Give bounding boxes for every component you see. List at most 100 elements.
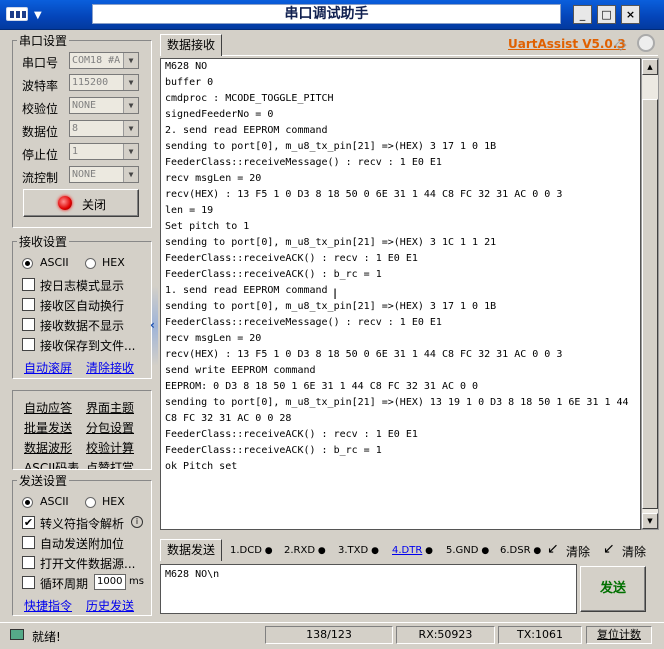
recv-hex-radio[interactable] [85,258,96,269]
send-settings-title: 发送设置 [17,472,70,489]
waveform-link[interactable]: 数据波形 [24,439,72,456]
receive-line: FeederClass::receiveMessage() : recv : 1… [165,317,442,328]
data-bits-select[interactable]: 8 ▼ [69,120,139,137]
info-icon[interactable]: i [131,516,143,528]
flow-control-label: 流控制 [22,171,59,185]
status-app-icon [10,629,24,640]
receive-line: Set pitch to 1 [165,221,250,232]
close-window-button[interactable]: × [621,5,640,24]
receive-line: send write EEPROM command [165,365,316,376]
signal-indicator: 6.DSR ● [500,544,541,558]
receive-line: EEPROM: 0 D3 8 18 50 1 6E 31 1 44 C8 FC … [165,381,479,392]
app-name-link[interactable]: UartAssist V5.0.3 [508,37,626,51]
signal-indicator: 2.RXD ● [284,544,326,558]
signal-led-icon: ● [315,546,326,556]
receive-line: cmdproc : MCODE_TOGGLE_PITCH [165,93,334,104]
data-bits-value: 8 [72,123,79,134]
send-ascii-label: ASCII [40,495,69,508]
status-ready-text: 就绪! [32,630,61,644]
signal-label: 6.DSR [500,545,531,556]
send-hex-radio[interactable] [85,497,96,508]
chevron-down-icon: ▼ [123,75,138,90]
reset-count-button[interactable]: 复位计数 [586,626,652,644]
batch-send-link[interactable]: 批量发送 [24,419,72,436]
hide-data-checkbox[interactable] [22,318,35,331]
maximize-button[interactable]: □ [597,5,616,24]
tab-data-receive[interactable]: 数据接收 [160,34,222,56]
baud-value: 115200 [72,77,109,88]
clear-receive-link[interactable]: 清除接收 [86,359,134,376]
packet-settings-link[interactable]: 分包设置 [86,419,134,436]
receive-line: M628 NO [165,61,208,72]
serial-settings-title: 串口设置 [17,32,70,49]
clear-all-button[interactable]: 清除 [622,543,646,560]
recv-ascii-radio[interactable] [22,258,33,269]
escape-parse-checkbox[interactable]: ✔ [22,516,35,529]
receive-scrollbar[interactable]: ▲ ▼ [641,58,659,530]
stop-bits-select[interactable]: 1 ▼ [69,143,139,160]
ascii-table-link[interactable]: ASCII码表 [24,459,79,469]
port-select[interactable]: COM18 #A ▼ [69,52,139,69]
append-bits-label: 自动发送附加位 [40,537,125,551]
scroll-down-icon[interactable]: ▼ [642,513,658,529]
period-input[interactable]: 1000 [94,574,126,590]
auto-scroll-link[interactable]: 自动滚屏 [24,359,72,376]
recv-hex-label: HEX [102,256,125,269]
clear-icon[interactable]: ↙ [603,541,615,557]
receive-line: sending to port[0], m_u8_tx_pin[21] =>(H… [165,141,497,152]
receive-settings-group: 接收设置 ASCII HEX 按日志模式显示 接收区自动换行 接收数据不显示 接… [12,233,152,379]
parity-value: NONE [72,100,97,111]
shortcut-command-link[interactable]: 快捷指令 [24,597,72,614]
donate-link[interactable]: 点赞打赏 [86,459,134,469]
signal-led-icon: ● [478,546,490,556]
file-source-checkbox[interactable] [22,556,35,569]
status-bar: 就绪! 138/123 RX:50923 TX:1061 复位计数 [0,622,664,649]
loop-period-label: 循环周期 [40,577,89,591]
close-port-button[interactable]: 关闭 [23,189,139,217]
tools-group: 自动应答 界面主题 批量发送 分包设置 数据波形 校验计算 ASCII码表 点赞… [12,390,152,470]
send-settings-group: 发送设置 ASCII HEX ✔ 转义符指令解析 i 自动发送附加位 打开文件数… [12,472,152,616]
clear-icon[interactable]: ↙ [547,541,559,557]
signal-led-icon: ● [368,546,379,556]
loop-period-checkbox[interactable] [22,576,35,589]
signal-label: 5.GND [446,545,479,556]
flow-control-select[interactable]: NONE ▼ [69,166,139,183]
send-button[interactable]: 发送 [580,566,646,612]
settings-icon[interactable] [637,34,655,52]
receive-line: ok Pitch set [165,461,238,472]
title-bar: ▼ 串口调试助手 _ □ × [0,0,664,30]
send-ascii-radio[interactable] [22,497,33,508]
scroll-up-icon[interactable]: ▲ [642,59,658,75]
auto-reply-link[interactable]: 自动应答 [24,399,72,416]
baud-select[interactable]: 115200 ▼ [69,74,139,91]
save-to-file-checkbox[interactable] [22,338,35,351]
receive-text-area[interactable]: M628 NO buffer 0 cmdproc : MCODE_TOGGLE_PI… [160,58,641,530]
receive-settings-title: 接收设置 [17,233,70,250]
receive-line: FeederClass::receiveACK() : recv : 1 E0 … [165,429,418,440]
app-icon[interactable] [6,7,28,21]
theme-link[interactable]: 界面主题 [86,399,134,416]
receive-line: len = 19 [165,205,214,216]
send-input[interactable]: M628 NO\n [160,564,577,614]
clear-send-button[interactable]: 清除 [566,543,590,560]
system-menu-arrow-icon[interactable]: ▼ [34,10,42,21]
auto-wrap-checkbox[interactable] [22,298,35,311]
tab-data-send[interactable]: 数据发送 [160,539,222,561]
tx-counter: TX:1061 [498,626,582,644]
minimize-button[interactable]: _ [573,5,592,24]
parity-select[interactable]: NONE ▼ [69,97,139,114]
window-title: 串口调试助手 [92,4,561,24]
signal-indicator[interactable]: 4.DTR ● [392,544,433,558]
scroll-thumb[interactable] [642,99,658,509]
diamond-icon[interactable]: ◇ [615,35,627,53]
escape-parse-label: 转义符指令解析 [40,517,125,531]
checksum-link[interactable]: 校验计算 [86,439,134,456]
collapse-arrow-icon[interactable]: ‹ [150,318,155,332]
receive-line: recv msgLen = 20 [165,333,262,344]
receive-line: recv msgLen = 20 [165,173,262,184]
period-unit: ms [129,576,144,587]
chevron-down-icon: ▼ [123,121,138,136]
append-bits-checkbox[interactable] [22,536,35,549]
log-mode-checkbox[interactable] [22,278,35,291]
send-history-link[interactable]: 历史发送 [86,597,134,614]
